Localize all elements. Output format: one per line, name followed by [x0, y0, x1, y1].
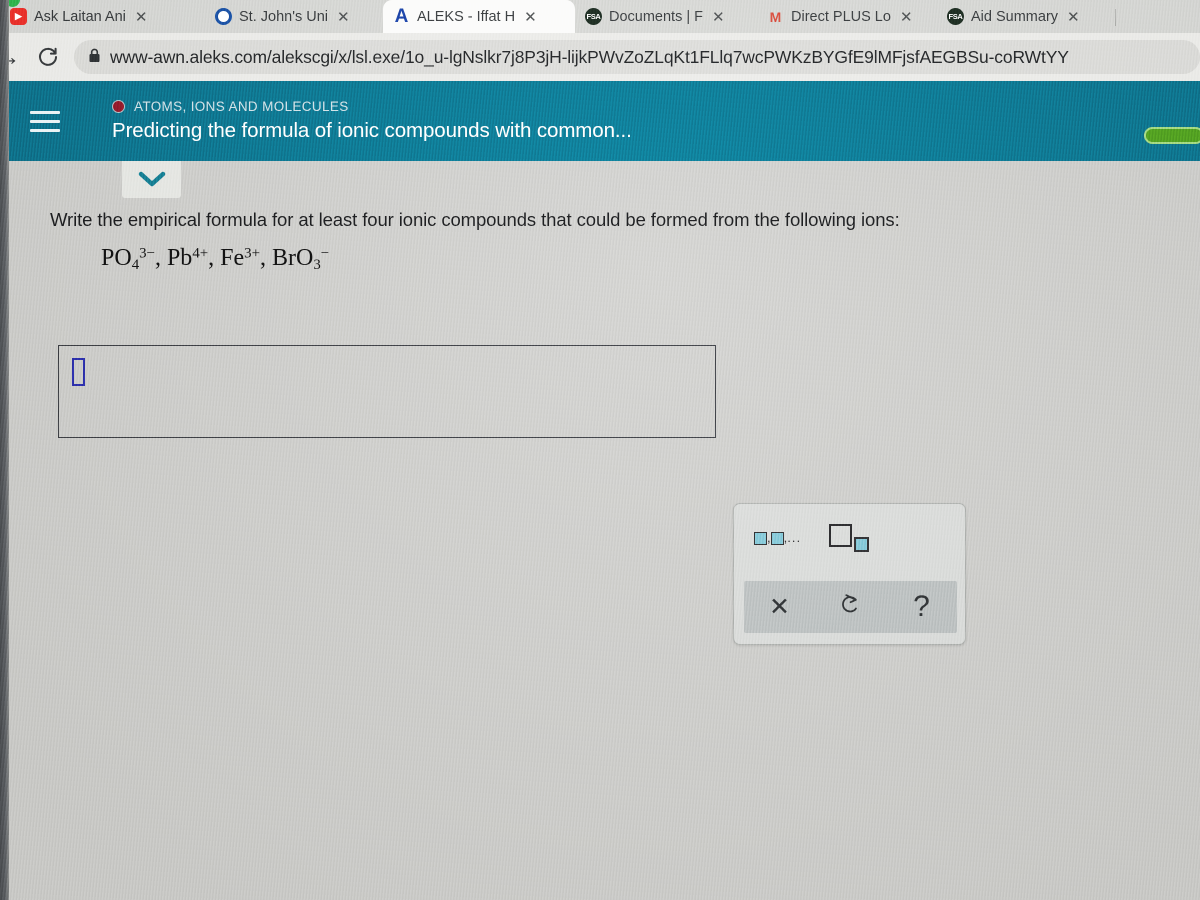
ion-separator: ,: [259, 245, 272, 271]
tab-divider: [1115, 9, 1116, 26]
youtube-icon: ▶: [10, 8, 27, 25]
chevron-down-icon: [138, 171, 165, 187]
tab-aidsummary[interactable]: FSA Aid Summary ✕: [937, 0, 1116, 33]
answer-input[interactable]: [58, 345, 716, 438]
subscript-button[interactable]: [829, 524, 869, 552]
aleks-header: ATOMS, IONS AND MOLECULES Predicting the…: [0, 81, 1200, 161]
tab-label: Direct PLUS Lo: [791, 8, 891, 25]
ion-charge: 3−: [139, 245, 155, 262]
reload-icon: [39, 47, 57, 66]
subscript-icon: [829, 524, 869, 552]
clear-button[interactable]: ✕: [752, 594, 808, 620]
ion-subscript: 4: [131, 257, 140, 274]
question-prompt: Write the empirical formula for at least…: [50, 209, 900, 230]
tab-close-button[interactable]: ✕: [1067, 8, 1080, 26]
aleks-icon: A: [394, 5, 409, 27]
tab-documents[interactable]: FSA Documents | F ✕: [575, 0, 758, 33]
tab-youtube[interactable]: ▶ Ask Laitan Ani ✕: [0, 0, 206, 33]
header-text-block: ATOMS, IONS AND MOLECULES Predicting the…: [112, 99, 632, 143]
tab-label: Ask Laitan Ani: [34, 8, 126, 25]
ion-item: BrO3−: [271, 245, 330, 274]
list-of-formulas-icon: ,,...: [754, 530, 801, 546]
ion-item: PO43−: [101, 245, 155, 274]
screen-bezel: [0, 0, 9, 900]
ion-separator: ,: [154, 245, 167, 271]
fsa-icon: FSA: [947, 8, 964, 25]
ion-charge: 4+: [192, 245, 209, 262]
screen-photo: ▶ Ask Laitan Ani ✕ St. John's Uni ✕ A AL…: [0, 0, 1200, 900]
ion-item: Fe3+: [220, 245, 260, 271]
stjohns-icon: [215, 8, 232, 25]
ion-separator: ,: [208, 245, 221, 271]
ion-item: Pb4+: [166, 245, 209, 271]
lock-icon: [88, 48, 101, 66]
tab-label: St. John's Uni: [239, 8, 329, 25]
undo-button[interactable]: [823, 592, 879, 623]
topic-line: ATOMS, IONS AND MOLECULES: [112, 99, 632, 114]
address-bar[interactable]: www-awn.aleks.com/alekscgi/x/lsl.exe/1o_…: [74, 40, 1200, 74]
tab-close-button[interactable]: ✕: [524, 8, 537, 26]
url-text: www-awn.aleks.com/alekscgi/x/lsl.exe/1o_…: [110, 46, 1069, 67]
progress-pill: [1144, 127, 1200, 144]
tab-label: Documents | F: [609, 8, 704, 25]
content-area: Write the empirical formula for at least…: [0, 161, 1200, 900]
tab-close-button[interactable]: ✕: [337, 8, 350, 26]
tab-label: Aid Summary: [971, 8, 1059, 25]
gmail-icon: M: [769, 8, 782, 25]
tab-close-button[interactable]: ✕: [712, 8, 725, 26]
topic-status-dot-icon: [112, 100, 125, 113]
tab-close-button[interactable]: ✕: [135, 8, 148, 26]
undo-icon: [841, 593, 857, 612]
list-of-formulas-button[interactable]: ,,...: [754, 530, 801, 546]
fsa-icon: FSA: [585, 8, 602, 25]
topic-label: ATOMS, IONS AND MOLECULES: [134, 99, 349, 114]
browser-toolbar: → www-awn.aleks.com/alekscgi/x/lsl.exe/1…: [0, 33, 1200, 81]
help-button[interactable]: ?: [894, 592, 950, 622]
tab-label: ALEKS - Iffat H: [417, 8, 516, 25]
page-title: Predicting the formula of ionic compound…: [112, 119, 632, 142]
menu-icon[interactable]: [14, 110, 76, 132]
expand-toggle-button[interactable]: [122, 161, 181, 198]
tab-aleks[interactable]: A ALEKS - Iffat H ✕: [383, 0, 575, 33]
tab-stjohns[interactable]: St. John's Uni ✕: [205, 0, 384, 33]
answer-placeholder-caret: [72, 358, 85, 386]
tab-directplus[interactable]: M Direct PLUS Lo ✕: [757, 0, 938, 33]
math-palette: ,,... ✕ ?: [733, 503, 966, 645]
reload-button[interactable]: [28, 37, 68, 77]
page-body: Write the empirical formula for at least…: [9, 161, 1200, 900]
ion-subscript: 3: [313, 257, 321, 274]
math-palette-symbols: ,,...: [734, 504, 965, 575]
ion-charge: −: [320, 245, 330, 262]
math-palette-actions: ✕ ?: [744, 581, 957, 633]
ion-charge: 3+: [244, 245, 260, 262]
ion-list: PO43−, Pb4+, Fe3+, BrO3−: [101, 245, 329, 274]
tab-close-button[interactable]: ✕: [900, 8, 913, 26]
browser-tab-strip: ▶ Ask Laitan Ani ✕ St. John's Uni ✕ A AL…: [0, 0, 1200, 33]
